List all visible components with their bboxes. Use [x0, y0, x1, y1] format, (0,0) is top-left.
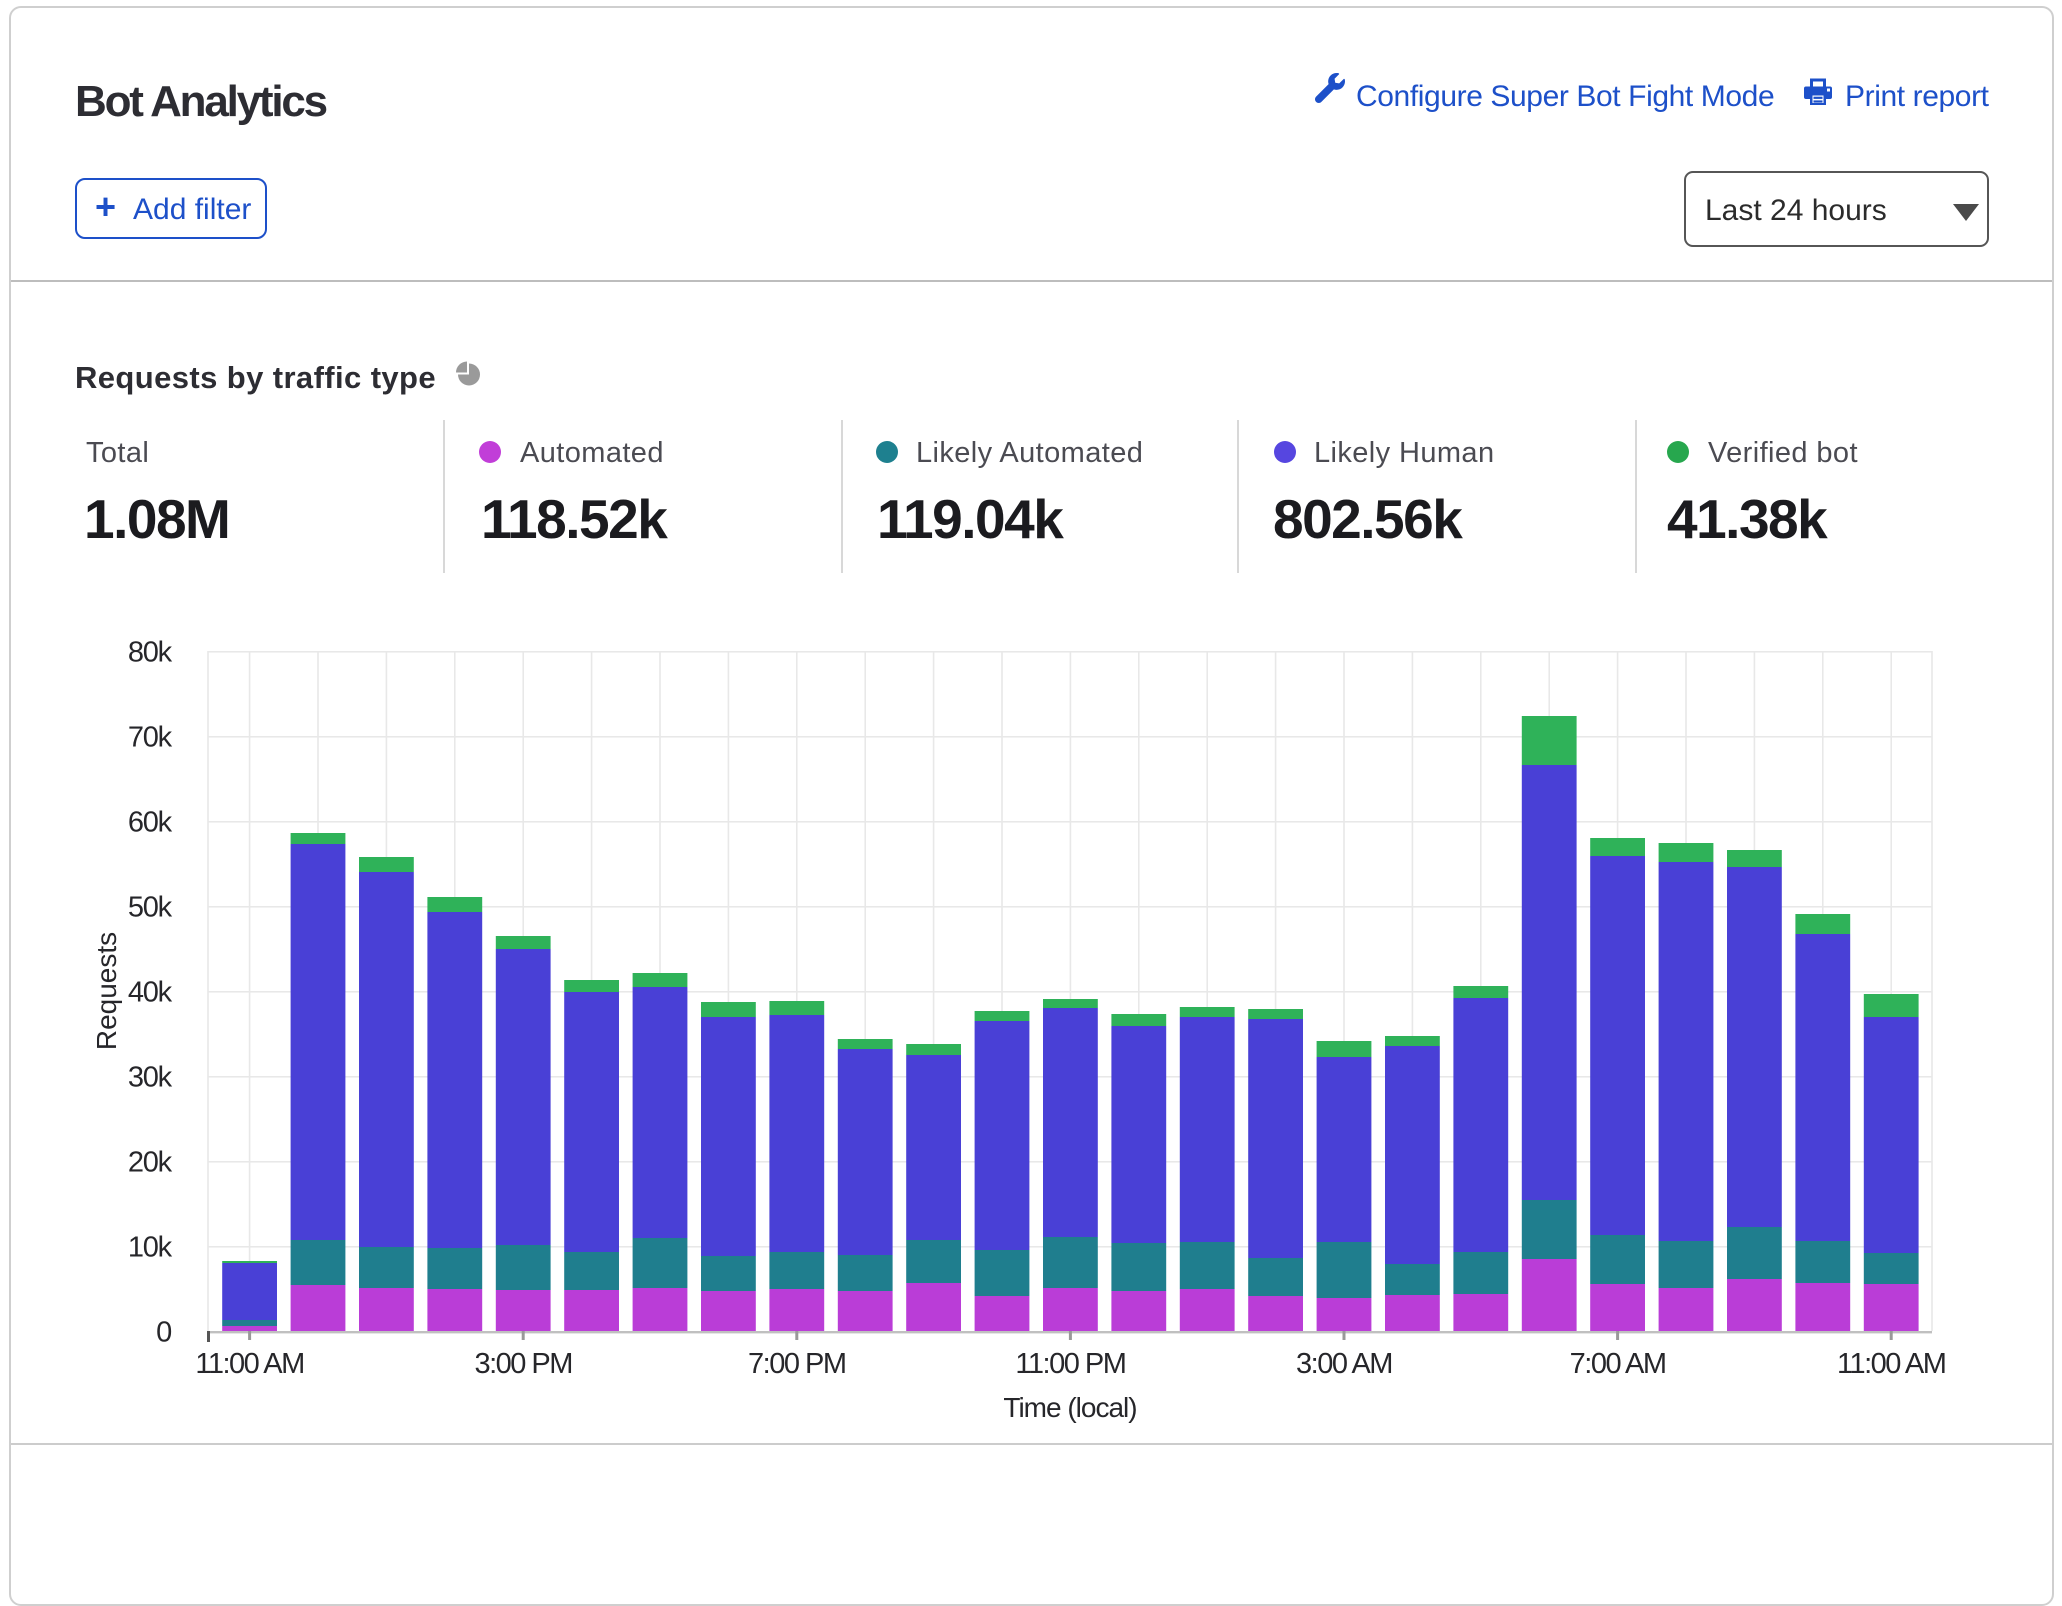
svg-text:50k: 50k	[128, 892, 173, 924]
svg-text:11:00 PM: 11:00 PM	[1015, 1348, 1125, 1380]
svg-text:3:00 PM: 3:00 PM	[474, 1348, 572, 1380]
svg-text:30k: 30k	[128, 1062, 173, 1094]
svg-text:40k: 40k	[128, 977, 173, 1009]
svg-text:80k: 80k	[128, 637, 173, 669]
svg-text:7:00 AM: 7:00 AM	[1570, 1348, 1666, 1380]
svg-text:3:00 AM: 3:00 AM	[1296, 1348, 1392, 1380]
svg-text:10k: 10k	[128, 1232, 173, 1264]
svg-text:Requests: Requests	[91, 932, 122, 1050]
svg-text:Time (local): Time (local)	[1003, 1392, 1136, 1423]
svg-text:60k: 60k	[128, 807, 173, 839]
svg-text:11:00 AM: 11:00 AM	[1837, 1348, 1945, 1380]
svg-text:7:00 PM: 7:00 PM	[748, 1348, 846, 1380]
svg-text:0: 0	[156, 1317, 171, 1349]
svg-text:20k: 20k	[128, 1147, 173, 1179]
svg-text:70k: 70k	[128, 722, 173, 754]
svg-text:11:00 AM: 11:00 AM	[195, 1348, 303, 1380]
